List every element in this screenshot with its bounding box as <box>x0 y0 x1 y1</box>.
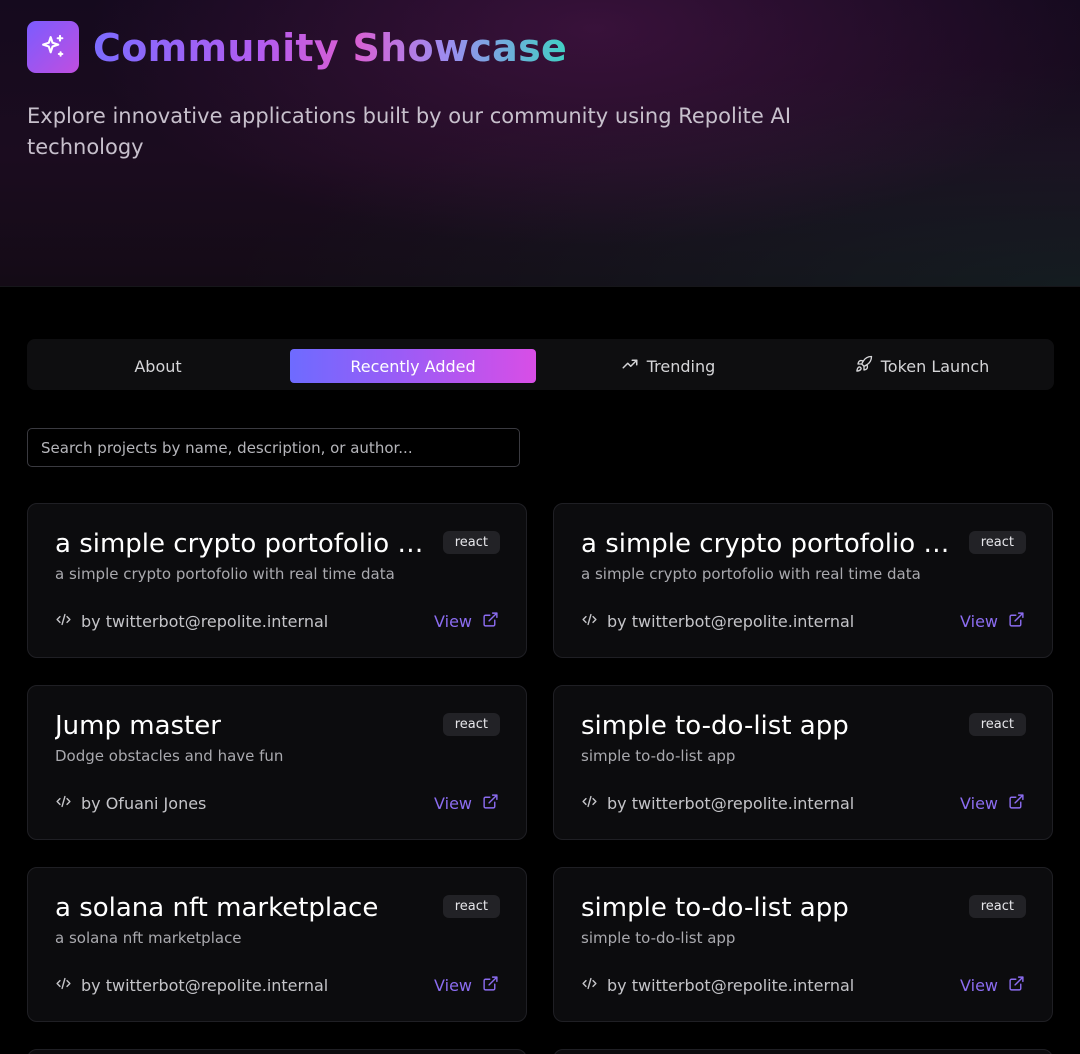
author-label: by twitterbot@repolite.internal <box>607 611 855 631</box>
view-label: View <box>960 611 998 631</box>
author-label: by twitterbot@repolite.internal <box>607 975 855 995</box>
project-card: a simple crypto portofolio with real tim… <box>553 503 1053 658</box>
project-card: a simple crypto portofolio with real tim… <box>27 503 527 658</box>
sparkles-icon <box>27 21 79 73</box>
project-description: Dodge obstacles and have fun <box>55 747 284 765</box>
project-author: by twitterbot@repolite.internal <box>581 610 854 632</box>
rocket-icon <box>855 355 873 377</box>
code-icon <box>55 611 72 632</box>
view-link[interactable]: View <box>960 792 1025 814</box>
hero-header: Community Showcase Explore innovative ap… <box>0 0 1080 287</box>
project-description: a simple crypto portofolio with real tim… <box>55 565 395 583</box>
project-title[interactable]: a simple crypto portofolio with real tim… <box>55 526 433 562</box>
project-author: by twitterbot@repolite.internal <box>55 610 328 632</box>
project-card-partial <box>27 1049 527 1054</box>
external-link-icon <box>482 611 499 632</box>
tab-recently-added[interactable]: Recently Added <box>290 349 536 383</box>
code-icon <box>581 611 598 632</box>
project-card: Jump master react Dodge obstacles and ha… <box>27 685 527 840</box>
project-title[interactable]: simple to-do-list app <box>581 890 959 926</box>
framework-badge: react <box>968 895 1026 918</box>
external-link-icon <box>1008 975 1025 996</box>
framework-badge: react <box>442 713 500 736</box>
tab-about[interactable]: About <box>27 349 289 383</box>
project-card-partial <box>553 1049 1053 1054</box>
view-label: View <box>434 975 472 995</box>
tab-bar: About Recently Added Trending Token Laun… <box>27 339 1054 390</box>
external-link-icon <box>482 975 499 996</box>
project-card: a solana nft marketplace react a solana … <box>27 867 527 1022</box>
code-icon <box>55 793 72 814</box>
tab-label: Token Launch <box>880 356 990 376</box>
project-author: by twitterbot@repolite.internal <box>581 792 854 814</box>
view-link[interactable]: View <box>434 792 499 814</box>
view-link[interactable]: View <box>434 610 499 632</box>
tab-label: Trending <box>646 356 716 376</box>
project-card: simple to-do-list app react simple to-do… <box>553 867 1053 1022</box>
project-author: by Ofuani Jones <box>55 792 206 814</box>
author-label: by twitterbot@repolite.internal <box>607 793 855 813</box>
project-title[interactable]: Jump master <box>55 708 433 744</box>
author-label: by twitterbot@repolite.internal <box>81 611 329 631</box>
project-description: a simple crypto portofolio with real tim… <box>581 565 921 583</box>
code-icon <box>581 975 598 996</box>
project-title[interactable]: a simple crypto portofolio with real tim… <box>581 526 959 562</box>
framework-badge: react <box>968 713 1026 736</box>
view-link[interactable]: View <box>960 610 1025 632</box>
tab-token-launch[interactable]: Token Launch <box>797 349 1047 383</box>
author-label: by Ofuani Jones <box>81 793 207 813</box>
view-label: View <box>434 611 472 631</box>
project-description: simple to-do-list app <box>581 929 736 947</box>
trending-up-icon <box>621 355 639 377</box>
external-link-icon <box>482 793 499 814</box>
code-icon <box>581 793 598 814</box>
project-description: a solana nft marketplace <box>55 929 242 947</box>
project-author: by twitterbot@repolite.internal <box>581 974 854 996</box>
view-label: View <box>434 793 472 813</box>
code-icon <box>55 975 72 996</box>
project-title[interactable]: a solana nft marketplace <box>55 890 433 926</box>
tab-trending[interactable]: Trending <box>541 349 795 383</box>
search-input[interactable] <box>27 428 520 467</box>
framework-badge: react <box>968 531 1026 554</box>
view-label: View <box>960 975 998 995</box>
project-description: simple to-do-list app <box>581 747 736 765</box>
page-subtitle: Explore innovative applications built by… <box>27 104 792 159</box>
tab-label: About <box>134 356 182 376</box>
page-title: Community Showcase <box>93 26 568 70</box>
author-label: by twitterbot@repolite.internal <box>81 975 329 995</box>
project-card: simple to-do-list app react simple to-do… <box>553 685 1053 840</box>
tab-label: Recently Added <box>350 356 476 376</box>
external-link-icon <box>1008 611 1025 632</box>
framework-badge: react <box>442 895 500 918</box>
project-title[interactable]: simple to-do-list app <box>581 708 959 744</box>
external-link-icon <box>1008 793 1025 814</box>
view-label: View <box>960 793 998 813</box>
framework-badge: react <box>442 531 500 554</box>
view-link[interactable]: View <box>434 974 499 996</box>
view-link[interactable]: View <box>960 974 1025 996</box>
project-author: by twitterbot@repolite.internal <box>55 974 328 996</box>
